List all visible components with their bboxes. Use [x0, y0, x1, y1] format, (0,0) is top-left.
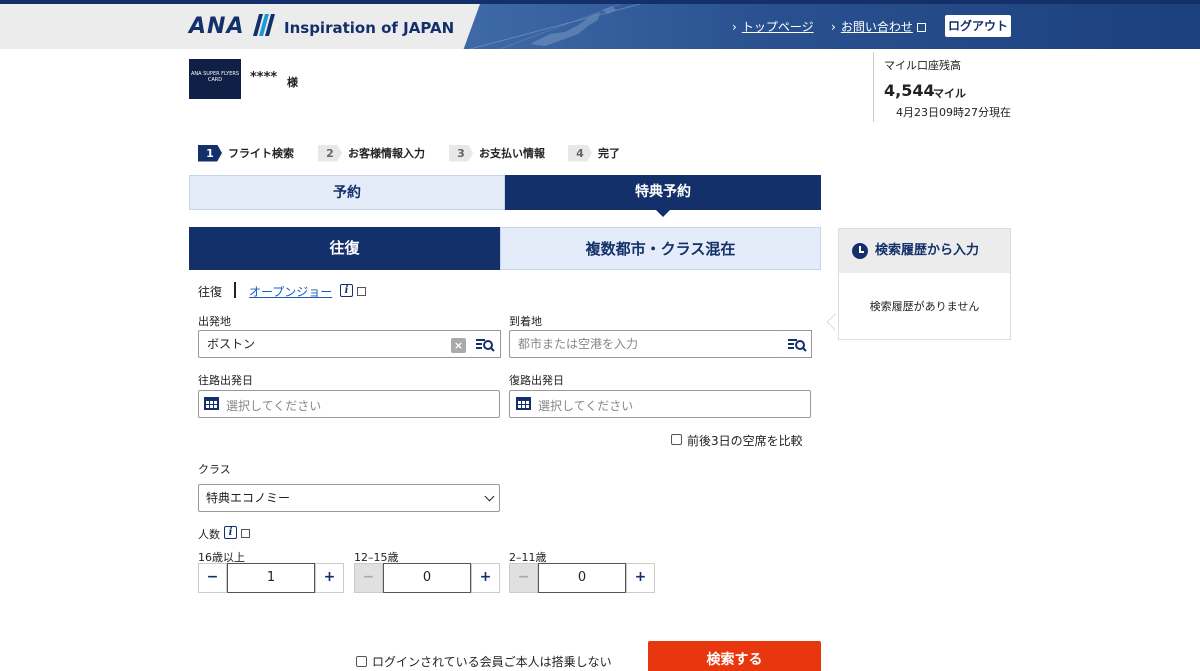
miles-value: 4,544: [884, 81, 935, 100]
step-label: フライト検索: [228, 147, 294, 160]
origin-search-button[interactable]: [471, 330, 501, 358]
active-tab-indicator: [656, 210, 670, 217]
adult-stepper: − 1 +: [198, 563, 344, 593]
history-empty-text: 検索履歴がありません: [869, 300, 980, 313]
trip-type-divider: [234, 282, 236, 298]
youth-decrement-button[interactable]: −: [354, 563, 383, 593]
adult-decrement-button[interactable]: −: [198, 563, 227, 593]
child-count[interactable]: 0: [538, 563, 626, 593]
step-number: 2: [318, 144, 342, 162]
chevron-down-icon: [484, 491, 495, 502]
member-honorific: 様: [287, 76, 298, 89]
tab-award-booking[interactable]: 特典予約: [505, 175, 821, 210]
passengers-label: 人数: [198, 528, 220, 541]
step-number: 4: [568, 144, 592, 162]
class-label: クラス: [198, 463, 231, 476]
compare-dates-label[interactable]: 前後3日の空席を比較: [687, 432, 803, 449]
history-title: 検索履歴から入力: [875, 243, 980, 258]
japan-map-icon: [470, 4, 640, 49]
miles-as-of: 4月23日09時27分現在: [896, 106, 1011, 119]
member-card-image: ANA SUPER FLYERS CARD: [189, 59, 241, 99]
depart-date-placeholder: 選択してください: [226, 399, 322, 413]
trip-type-open-jaw-link[interactable]: オープンジョー: [249, 283, 332, 300]
step-label: 完了: [598, 147, 620, 160]
nav-contact-label[interactable]: お問い合わせ: [831, 18, 913, 35]
search-history-panel: 検索履歴から入力 検索履歴がありません: [838, 228, 1011, 340]
trip-type-round-trip[interactable]: 往復: [198, 283, 222, 300]
compare-dates-checkbox[interactable]: [671, 434, 682, 445]
step-label: お支払い情報: [479, 147, 545, 160]
tab-multi-city[interactable]: 複数都市・クラス混在: [500, 227, 821, 270]
search-button[interactable]: 検索する: [648, 641, 821, 671]
child-decrement-button[interactable]: −: [509, 563, 538, 593]
clear-icon[interactable]: ×: [451, 338, 466, 353]
history-header[interactable]: 検索履歴から入力: [839, 229, 1010, 273]
step-number: 3: [449, 144, 473, 162]
destination-search-button[interactable]: [783, 330, 812, 358]
miles-balance: マイル口座残高 4,544 マイル 4月23日09時27分現在: [873, 52, 1011, 122]
logout-button[interactable]: ログアウト: [945, 15, 1011, 37]
not-boarding-checkbox[interactable]: [356, 656, 367, 667]
depart-date-label: 往路出発日: [198, 374, 253, 387]
list-search-icon: [476, 339, 495, 352]
child-increment-button[interactable]: +: [626, 563, 655, 593]
member-name: ****: [250, 70, 278, 85]
step-number: 1: [198, 144, 222, 162]
list-search-icon: [788, 339, 807, 352]
adult-increment-button[interactable]: +: [315, 563, 344, 593]
nav-contact[interactable]: お問い合わせ: [831, 18, 926, 35]
class-select-value: 特典エコノミー: [206, 491, 291, 505]
info-icon[interactable]: i: [224, 526, 237, 539]
step-label: お客様情報入力: [348, 147, 425, 160]
youth-increment-button[interactable]: +: [471, 563, 500, 593]
tab-round-trip[interactable]: 往復: [189, 227, 500, 270]
ana-logo-stripes-icon: [253, 14, 275, 36]
class-select[interactable]: 特典エコノミー: [198, 484, 500, 512]
youth-stepper: − 0 +: [354, 563, 500, 593]
info-icon[interactable]: i: [340, 284, 353, 297]
destination-input[interactable]: 都市または空港を入力: [509, 330, 784, 358]
step-payment: 3 お支払い情報: [449, 144, 545, 162]
calendar-icon: [204, 397, 219, 410]
step-complete: 4 完了: [568, 144, 620, 162]
tab-booking[interactable]: 予約: [189, 175, 505, 210]
origin-input[interactable]: ボストン: [198, 330, 472, 358]
tagline: Inspiration of JAPAN: [284, 19, 455, 37]
external-link-icon: [241, 529, 250, 538]
miles-label: マイル口座残高: [884, 59, 961, 72]
ana-logo[interactable]: ANA: [189, 14, 244, 39]
adult-count[interactable]: 1: [227, 563, 315, 593]
external-link-icon: [357, 287, 366, 296]
return-date-placeholder: 選択してください: [538, 399, 634, 413]
external-link-icon: [916, 23, 926, 32]
nav-top-page[interactable]: トップページ: [732, 18, 814, 35]
site-header: ANA Inspiration of JAPAN トップページ お問い合わせ ロ…: [0, 4, 1200, 49]
return-date-label: 復路出発日: [509, 374, 564, 387]
step-customer-info: 2 お客様情報入力: [318, 144, 425, 162]
origin-label: 出発地: [198, 315, 231, 328]
not-boarding-label[interactable]: ログインされている会員ご本人は搭乗しない: [372, 653, 612, 670]
youth-count[interactable]: 0: [383, 563, 471, 593]
miles-unit: マイル: [933, 87, 966, 100]
calendar-icon: [516, 397, 531, 410]
destination-label: 到着地: [509, 315, 542, 328]
child-stepper: − 0 +: [509, 563, 655, 593]
step-flight-search: 1 フライト検索: [198, 144, 294, 162]
clock-icon: [852, 243, 868, 259]
